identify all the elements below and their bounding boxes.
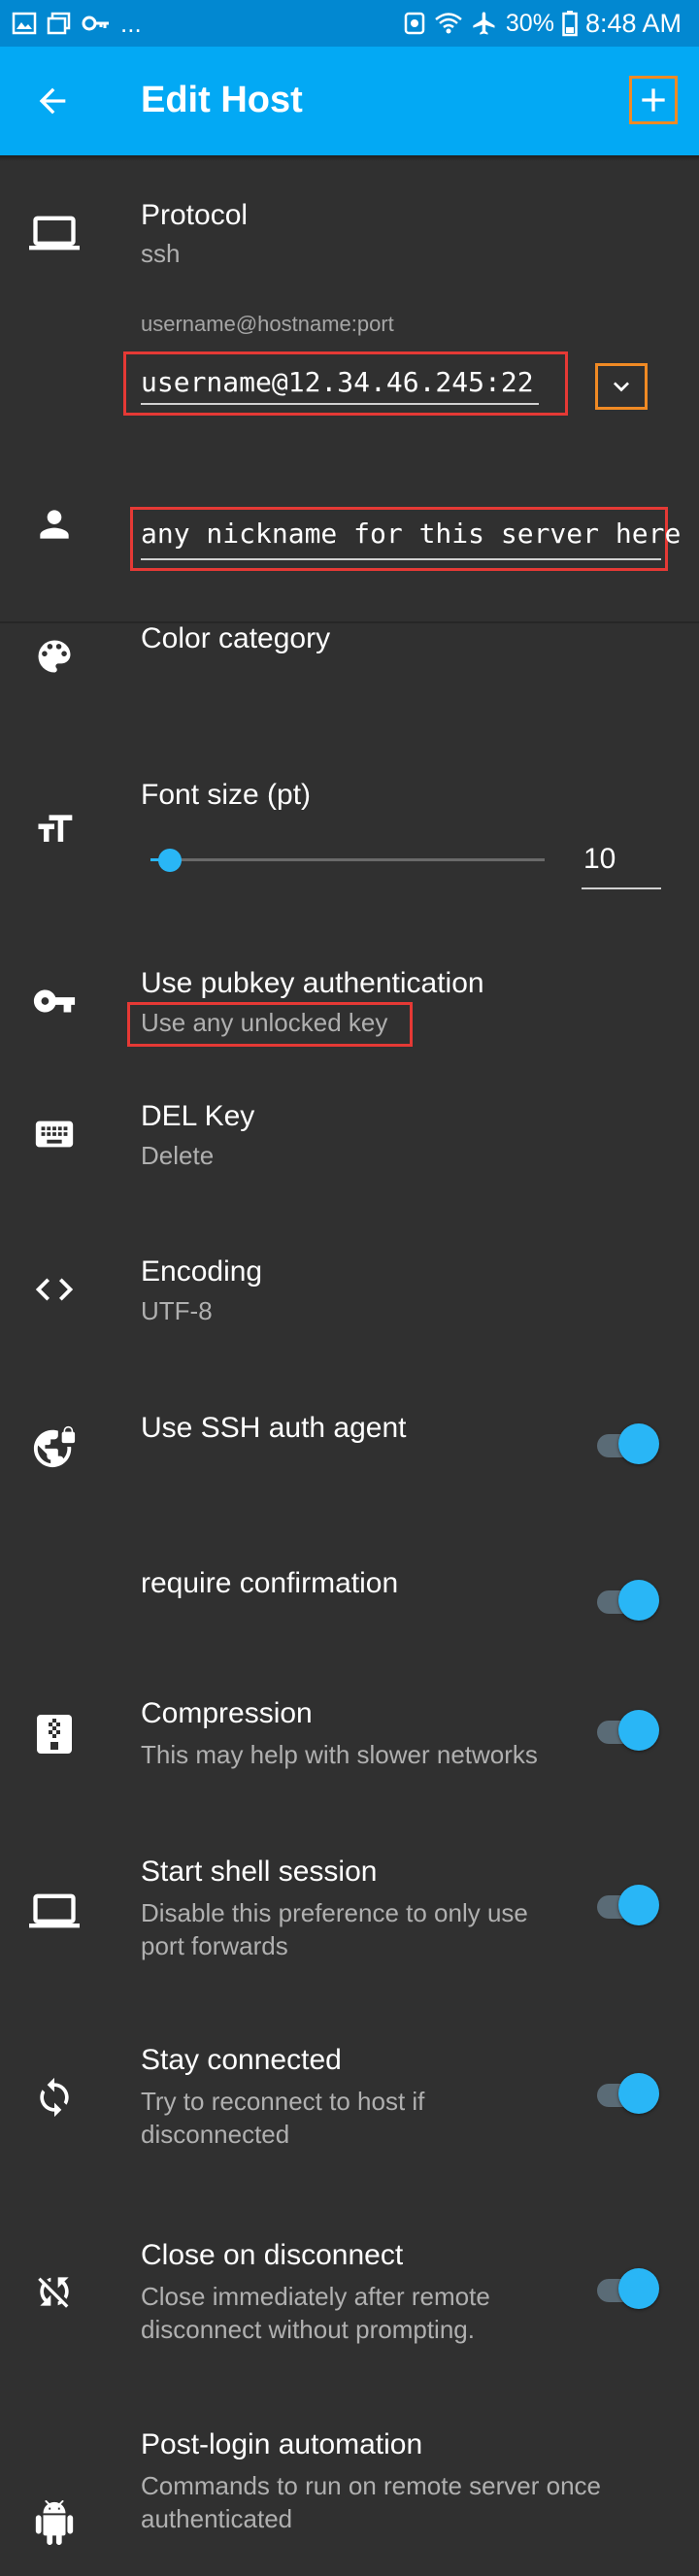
stay-connected-summary-line2: disconnected bbox=[141, 2120, 290, 2149]
pubkey-label: Use pubkey authentication bbox=[141, 967, 484, 999]
slider-thumb[interactable] bbox=[158, 849, 182, 872]
switch-knob bbox=[618, 1580, 659, 1621]
laptop-icon bbox=[29, 1886, 80, 1936]
key-icon bbox=[29, 976, 80, 1026]
require-confirmation-label: require confirmation bbox=[141, 1567, 399, 1599]
page-title: Edit Host bbox=[141, 80, 303, 120]
person-icon bbox=[29, 499, 80, 550]
battery-percent: 30% bbox=[505, 9, 554, 37]
pubkey-value: Use any unlocked key bbox=[141, 1008, 388, 1037]
text-size-icon bbox=[29, 804, 80, 854]
encoding-label: Encoding bbox=[141, 1255, 263, 1288]
battery-icon bbox=[562, 11, 578, 37]
compression-summary: This may help with slower networks bbox=[141, 1740, 538, 1769]
shell-session-label: Start shell session bbox=[141, 1856, 378, 1888]
pubkey-value-highlight: Use any unlocked key bbox=[127, 1002, 413, 1047]
auth-agent-label: Use SSH auth agent bbox=[141, 1412, 407, 1444]
screenshot-icon bbox=[47, 12, 71, 35]
sync-icon bbox=[29, 2072, 80, 2123]
shell-session-summary-line1: Disable this preference to only use bbox=[141, 1898, 528, 1927]
encoding-value: UTF-8 bbox=[141, 1296, 213, 1325]
auth-agent-switch[interactable] bbox=[597, 1423, 661, 1466]
post-login-summary-line1: Commands to run on remote server once bbox=[141, 2471, 601, 2500]
android-icon bbox=[29, 2497, 80, 2548]
switch-knob bbox=[618, 1710, 659, 1751]
uri-underline bbox=[141, 403, 539, 405]
status-bar: ... 30% 8:48 AM bbox=[0, 0, 699, 47]
compression-label: Compression bbox=[141, 1697, 313, 1729]
color-category-label: Color category bbox=[141, 622, 331, 654]
app-bar-shadow bbox=[0, 155, 699, 161]
protocol-label[interactable]: Protocol bbox=[141, 199, 248, 232]
laptop-icon bbox=[29, 208, 80, 258]
more-notifications: ... bbox=[120, 8, 142, 38]
slider-track bbox=[150, 858, 545, 861]
shell-session-summary-line2: port forwards bbox=[141, 1931, 288, 1960]
post-login-summary-line2: authenticated bbox=[141, 2504, 293, 2533]
uri-hint: username@hostname:port bbox=[141, 312, 394, 336]
airplane-mode-icon bbox=[473, 12, 495, 35]
keyboard-icon bbox=[29, 1109, 80, 1159]
section-divider bbox=[0, 621, 699, 623]
compression-switch[interactable] bbox=[597, 1710, 661, 1753]
gallery-icon bbox=[12, 12, 37, 35]
del-key-value: Delete bbox=[141, 1141, 215, 1170]
key-status-icon bbox=[82, 16, 109, 31]
nickname-field[interactable]: any nickname for this server here bbox=[130, 507, 681, 571]
font-size-field[interactable]: 10 bbox=[582, 843, 661, 891]
archive-icon bbox=[29, 1709, 80, 1759]
sync-disabled-icon bbox=[29, 2266, 80, 2317]
font-size-slider[interactable] bbox=[150, 843, 545, 878]
stay-connected-label: Stay connected bbox=[141, 2044, 342, 2076]
stay-connected-summary-line1: Try to reconnect to host if bbox=[141, 2087, 425, 2116]
post-login-label: Post-login automation bbox=[141, 2428, 423, 2460]
close-on-disconnect-summary-line2: disconnect without prompting. bbox=[141, 2315, 475, 2344]
uri-field[interactable]: username@12.34.46.245:22 bbox=[123, 351, 568, 416]
switch-knob bbox=[618, 2268, 659, 2309]
require-confirmation-switch[interactable] bbox=[597, 1580, 661, 1623]
shell-session-switch[interactable] bbox=[597, 1885, 661, 1927]
code-icon bbox=[29, 1264, 80, 1315]
close-on-disconnect-switch[interactable] bbox=[597, 2268, 661, 2311]
font-size-label: Font size (pt) bbox=[141, 779, 312, 811]
font-size-underline bbox=[582, 887, 661, 889]
notification-icons: ... bbox=[12, 8, 142, 38]
arrow-back-icon bbox=[39, 87, 66, 115]
wifi-icon bbox=[435, 13, 462, 34]
nickname-input[interactable]: any nickname for this server here bbox=[141, 518, 681, 550]
switch-knob bbox=[618, 1423, 659, 1464]
save-host-button[interactable] bbox=[629, 76, 678, 124]
close-on-disconnect-label: Close on disconnect bbox=[141, 2239, 404, 2271]
system-icons: 30% 8:48 AM bbox=[403, 8, 682, 39]
uri-dropdown-button[interactable] bbox=[595, 363, 648, 410]
font-size-value[interactable]: 10 bbox=[583, 843, 616, 876]
chevron-down-icon bbox=[614, 382, 629, 392]
android-debug-icon bbox=[404, 12, 425, 35]
clock: 8:48 AM bbox=[584, 8, 682, 38]
switch-knob bbox=[618, 2073, 659, 2114]
stay-connected-switch[interactable] bbox=[597, 2073, 661, 2116]
plus-icon bbox=[642, 88, 665, 112]
del-key-label: DEL Key bbox=[141, 1100, 255, 1132]
protocol-value[interactable]: ssh bbox=[141, 237, 180, 270]
back-button[interactable] bbox=[27, 76, 78, 126]
nickname-underline bbox=[141, 558, 661, 560]
switch-knob bbox=[618, 1885, 659, 1925]
uri-input[interactable]: username@12.34.46.245:22 bbox=[141, 366, 534, 398]
vpn-lock-icon bbox=[29, 1422, 80, 1472]
palette-icon bbox=[29, 631, 80, 682]
app-bar: Edit Host bbox=[0, 47, 699, 155]
close-on-disconnect-summary-line1: Close immediately after remote bbox=[141, 2282, 490, 2311]
